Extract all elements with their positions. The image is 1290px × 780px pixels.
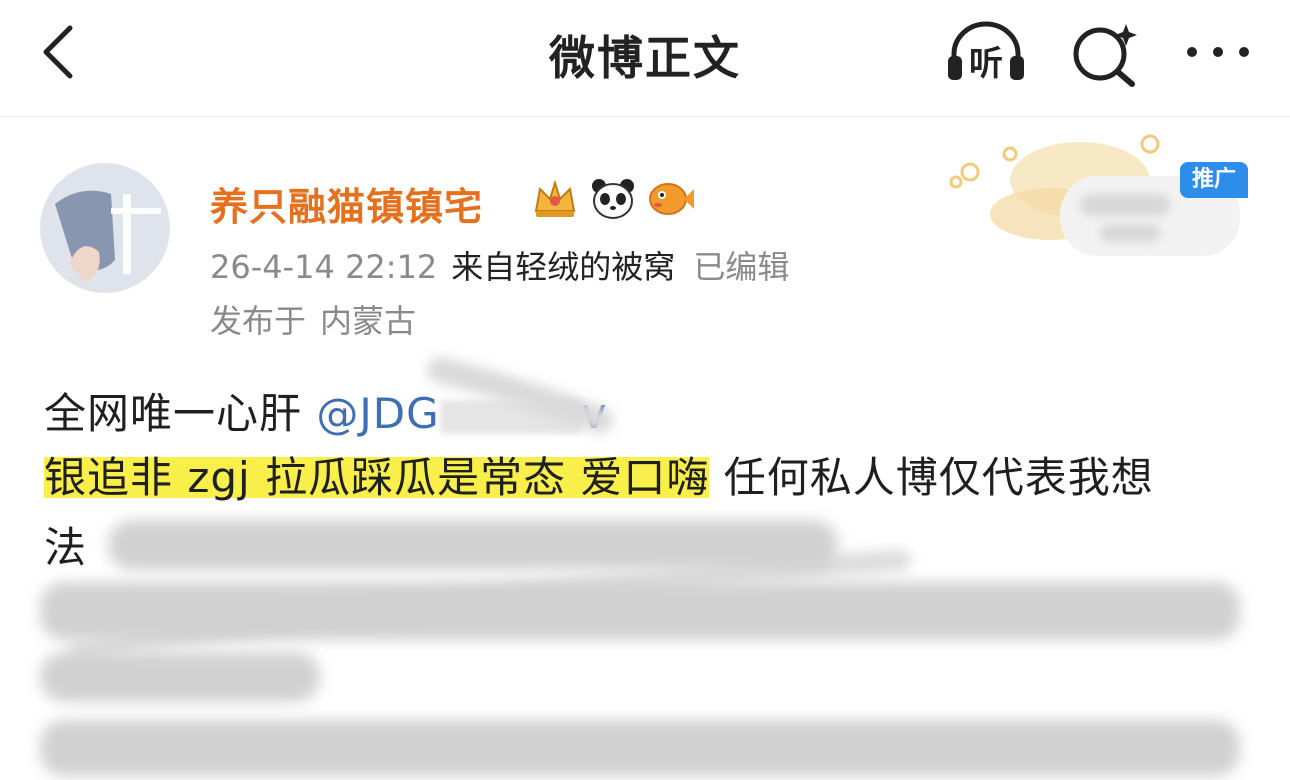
post-text-line-2: 银追非 zgj 拉瓜踩瓜是常态 爱口嗨 任何私人博仅代表我想 (44, 444, 1154, 505)
redacted-text-block (40, 582, 1240, 640)
mention-link[interactable]: @JDG v (316, 389, 607, 438)
location-value: 内蒙古 (320, 302, 417, 340)
top-bar: 微博正文 听 (0, 0, 1290, 117)
post-location: 发布于 内蒙古 (210, 296, 416, 342)
listen-label: 听 (969, 44, 1003, 84)
text-segment: 法 (44, 523, 88, 572)
mention-tail: v (581, 389, 608, 438)
more-dots-icon[interactable] (1178, 18, 1262, 88)
post-meta: 26-4-14 22:12 来自轻绒的被窝 已编辑 (210, 242, 789, 288)
avatar-image (41, 164, 169, 292)
pufferfish-badge-icon (649, 183, 694, 215)
author-name[interactable]: 养只融猫镇镇宅 (210, 176, 483, 231)
post-text-line-1: 全网唯一心肝 @JDG v (44, 380, 608, 441)
redacted-text-block (40, 720, 1240, 776)
author-avatar[interactable] (40, 163, 170, 293)
panda-badge-icon (592, 179, 634, 219)
crown-badge-icon (534, 179, 576, 217)
post-text-line-3: 法 (44, 514, 87, 575)
sparkle-search-icon[interactable] (1066, 18, 1150, 88)
post-time: 26-4-14 22:12 (210, 248, 438, 286)
listen-button[interactable]: 听 (944, 18, 1028, 88)
mention-text: @JDG (316, 389, 440, 438)
author-badges (530, 174, 696, 222)
location-prefix: 发布于 (210, 302, 307, 340)
redacted-text-block (108, 520, 838, 570)
mention-obscured (439, 399, 582, 434)
promo-tag: 推广 (1180, 162, 1248, 198)
source-prefix: 来自 (451, 248, 516, 286)
post-source[interactable]: 轻绒的被窝 (515, 248, 675, 286)
highlighted-text: 银追非 zgj 拉瓜踩瓜是常态 爱口嗨 (44, 453, 710, 502)
edited-label[interactable]: 已编辑 (693, 248, 789, 286)
redacted-text-block (40, 652, 320, 702)
text-segment: 任何私人博仅代表我想 (709, 453, 1154, 502)
text-segment: 全网唯一心肝 (44, 389, 317, 438)
